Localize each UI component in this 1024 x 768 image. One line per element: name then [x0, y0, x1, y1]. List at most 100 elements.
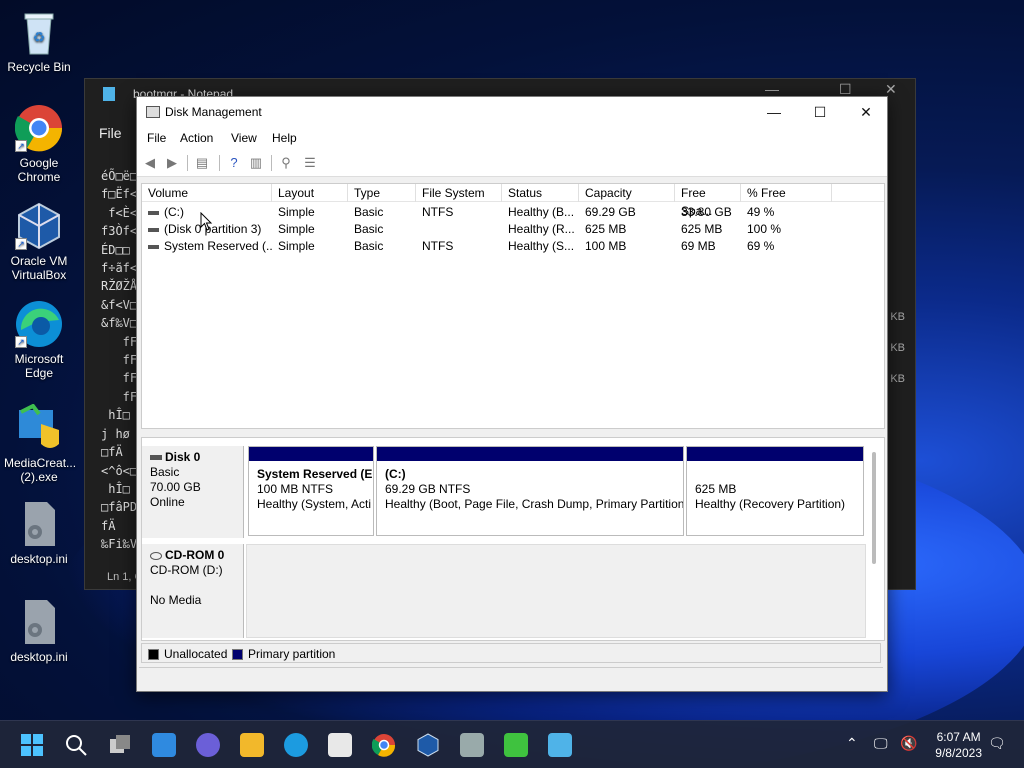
- file-explorer-button[interactable]: [240, 733, 264, 757]
- toolbar: ◀ ▶ ▤ ? ▥ ⚲ ☰: [137, 149, 887, 177]
- connect-disk-icon[interactable]: ⚲: [277, 155, 295, 171]
- teams-chat-button[interactable]: [196, 733, 220, 757]
- desktop-icon-label: Oracle VM VirtualBox: [10, 254, 68, 282]
- column-type[interactable]: Type: [348, 184, 416, 202]
- minimize-icon: —: [767, 104, 781, 120]
- notepad-taskbar-button[interactable]: [548, 733, 572, 757]
- column-percent-free[interactable]: % Free: [741, 184, 832, 202]
- partition-title: System Reserved (E: [257, 467, 373, 481]
- cell-volume: System Reserved (...: [164, 239, 272, 253]
- task-view-button[interactable]: [108, 733, 132, 757]
- cell-free-space: 33.80 GB: [681, 205, 732, 219]
- task-view-icon: [110, 735, 130, 753]
- partition-status: Healthy (Recovery Partition): [695, 497, 846, 511]
- partition-bar: [249, 447, 373, 461]
- disk-management-window[interactable]: Disk Management — ☐ ✕ File Action View H…: [136, 96, 888, 692]
- app-taskbar-button[interactable]: [504, 733, 528, 757]
- cell-capacity: 100 MB: [585, 239, 627, 253]
- column-free-space[interactable]: Free Spa...: [675, 184, 741, 218]
- menu-help[interactable]: Help: [272, 131, 297, 145]
- title-bar[interactable]: Disk Management — ☐ ✕: [137, 97, 887, 127]
- edge-taskbar-button[interactable]: [284, 733, 308, 757]
- show-action-pane-icon[interactable]: ▥: [247, 155, 265, 171]
- cdrom-0-type: CD-ROM (D:): [150, 563, 223, 577]
- cell-file-system: NTFS: [422, 205, 454, 219]
- column-volume[interactable]: Volume: [142, 184, 272, 202]
- column-file-system[interactable]: File System: [416, 184, 502, 202]
- menu-file[interactable]: File: [147, 131, 166, 145]
- notepad-app-icon: [103, 87, 115, 101]
- partition-c-drive[interactable]: (C:) 69.29 GB NTFS Healthy (Boot, Page F…: [376, 446, 684, 536]
- menu-view[interactable]: View: [231, 131, 257, 145]
- forward-arrow-icon[interactable]: ▶: [163, 155, 181, 171]
- show-hidden-icons-chevron-icon[interactable]: ⌃: [846, 735, 858, 752]
- partition-system-reserved[interactable]: System Reserved (E 100 MB NTFS Healthy (…: [248, 446, 374, 536]
- desktop-icon-label: Google Chrome: [17, 156, 61, 184]
- column-layout[interactable]: Layout: [272, 184, 348, 202]
- partition-recovery[interactable]: 625 MB Healthy (Recovery Partition): [686, 446, 864, 536]
- virtualbox-taskbar-button[interactable]: [416, 733, 440, 757]
- table-row[interactable]: (Disk 0 partition 3) Simple Basic Health…: [142, 221, 884, 238]
- notepad-side-unit: KB: [890, 342, 905, 354]
- disk-0-type: Basic: [150, 465, 180, 479]
- search-button[interactable]: [64, 733, 88, 757]
- volume-muted-icon[interactable]: 🔇: [900, 735, 917, 752]
- disk-management-taskbar-button[interactable]: [460, 733, 484, 757]
- legend: Unallocated Primary partition: [141, 643, 881, 663]
- store-button[interactable]: [328, 733, 352, 757]
- window-title: Disk Management: [165, 105, 262, 119]
- notepad-menu-file[interactable]: File: [99, 125, 122, 141]
- desktop-icon-label: desktop.ini: [10, 650, 68, 664]
- settings-file-icon: [15, 500, 63, 548]
- chrome-taskbar-button[interactable]: [371, 733, 396, 757]
- desktop-icon-desktop-ini-1[interactable]: desktop.ini: [4, 500, 74, 566]
- desktop-icon-desktop-ini-2[interactable]: desktop.ini: [4, 598, 74, 664]
- close-button[interactable]: ✕: [843, 97, 889, 127]
- table-row[interactable]: System Reserved (... Simple Basic NTFS H…: [142, 238, 884, 255]
- cell-percent-free: 69 %: [747, 239, 775, 253]
- toolbar-separator: [187, 155, 188, 171]
- desktop-icon-recycle-bin[interactable]: ♻ Recycle Bin: [4, 8, 74, 74]
- partition-title: (C:): [385, 467, 406, 481]
- desktop-icon-mediacreation[interactable]: MediaCreat... (2).exe: [4, 403, 77, 484]
- disk-graphical-view[interactable]: Disk 0 Basic 70.00 GB Online System Rese…: [141, 437, 885, 641]
- cell-capacity: 625 MB: [585, 222, 627, 236]
- start-button[interactable]: [20, 733, 44, 757]
- back-arrow-icon[interactable]: ◀: [141, 155, 159, 171]
- cell-status: Healthy (B...: [508, 205, 575, 219]
- desktop-icon-label: desktop.ini: [10, 552, 68, 566]
- desktop-icon-google-chrome[interactable]: ↗ Google Chrome: [4, 104, 74, 184]
- show-hide-console-tree-icon[interactable]: ▤: [193, 155, 211, 171]
- menu-action[interactable]: Action: [180, 131, 213, 145]
- desktop-icon-edge[interactable]: ↗ Microsoft Edge: [4, 300, 74, 380]
- clock[interactable]: 6:07 AM 9/8/2023: [935, 729, 982, 761]
- cell-file-system: NTFS: [422, 239, 454, 253]
- cell-layout: Simple: [278, 222, 315, 236]
- drive-icon: [148, 244, 159, 249]
- help-icon[interactable]: ?: [225, 155, 243, 171]
- table-row[interactable]: (C:) Simple Basic NTFS Healthy (B... 69.…: [142, 204, 884, 221]
- notepad-minimize-icon[interactable]: —: [765, 81, 779, 97]
- desktop-icon-label: Microsoft Edge: [14, 352, 64, 380]
- volume-list[interactable]: Volume Layout Type File System Status Ca…: [141, 183, 885, 429]
- column-status[interactable]: Status: [502, 184, 579, 202]
- clock-time: 6:07 AM: [936, 730, 981, 744]
- desktop-icon-label: MediaCreat... (2).exe: [4, 456, 77, 484]
- properties-icon[interactable]: ☰: [301, 155, 319, 171]
- maximize-button[interactable]: ☐: [797, 97, 843, 127]
- cell-volume: (C:): [164, 205, 184, 219]
- cell-layout: Simple: [278, 205, 315, 219]
- network-icon[interactable]: 🖵: [874, 735, 888, 752]
- partition-title: [695, 467, 855, 482]
- disk-0-label[interactable]: Disk 0 Basic 70.00 GB Online: [142, 446, 244, 538]
- vertical-scrollbar[interactable]: [872, 452, 876, 564]
- column-capacity[interactable]: Capacity: [579, 184, 675, 202]
- cell-type: Basic: [354, 205, 384, 219]
- widgets-button[interactable]: [152, 733, 176, 757]
- notification-icon[interactable]: 🗨: [988, 735, 1006, 752]
- drive-icon: [148, 227, 159, 232]
- cell-capacity: 69.29 GB: [585, 205, 636, 219]
- minimize-button[interactable]: —: [751, 97, 797, 127]
- desktop-icon-virtualbox[interactable]: ↗ Oracle VM VirtualBox: [4, 202, 74, 282]
- cdrom-0-label[interactable]: CD-ROM 0 CD-ROM (D:) No Media: [142, 544, 244, 638]
